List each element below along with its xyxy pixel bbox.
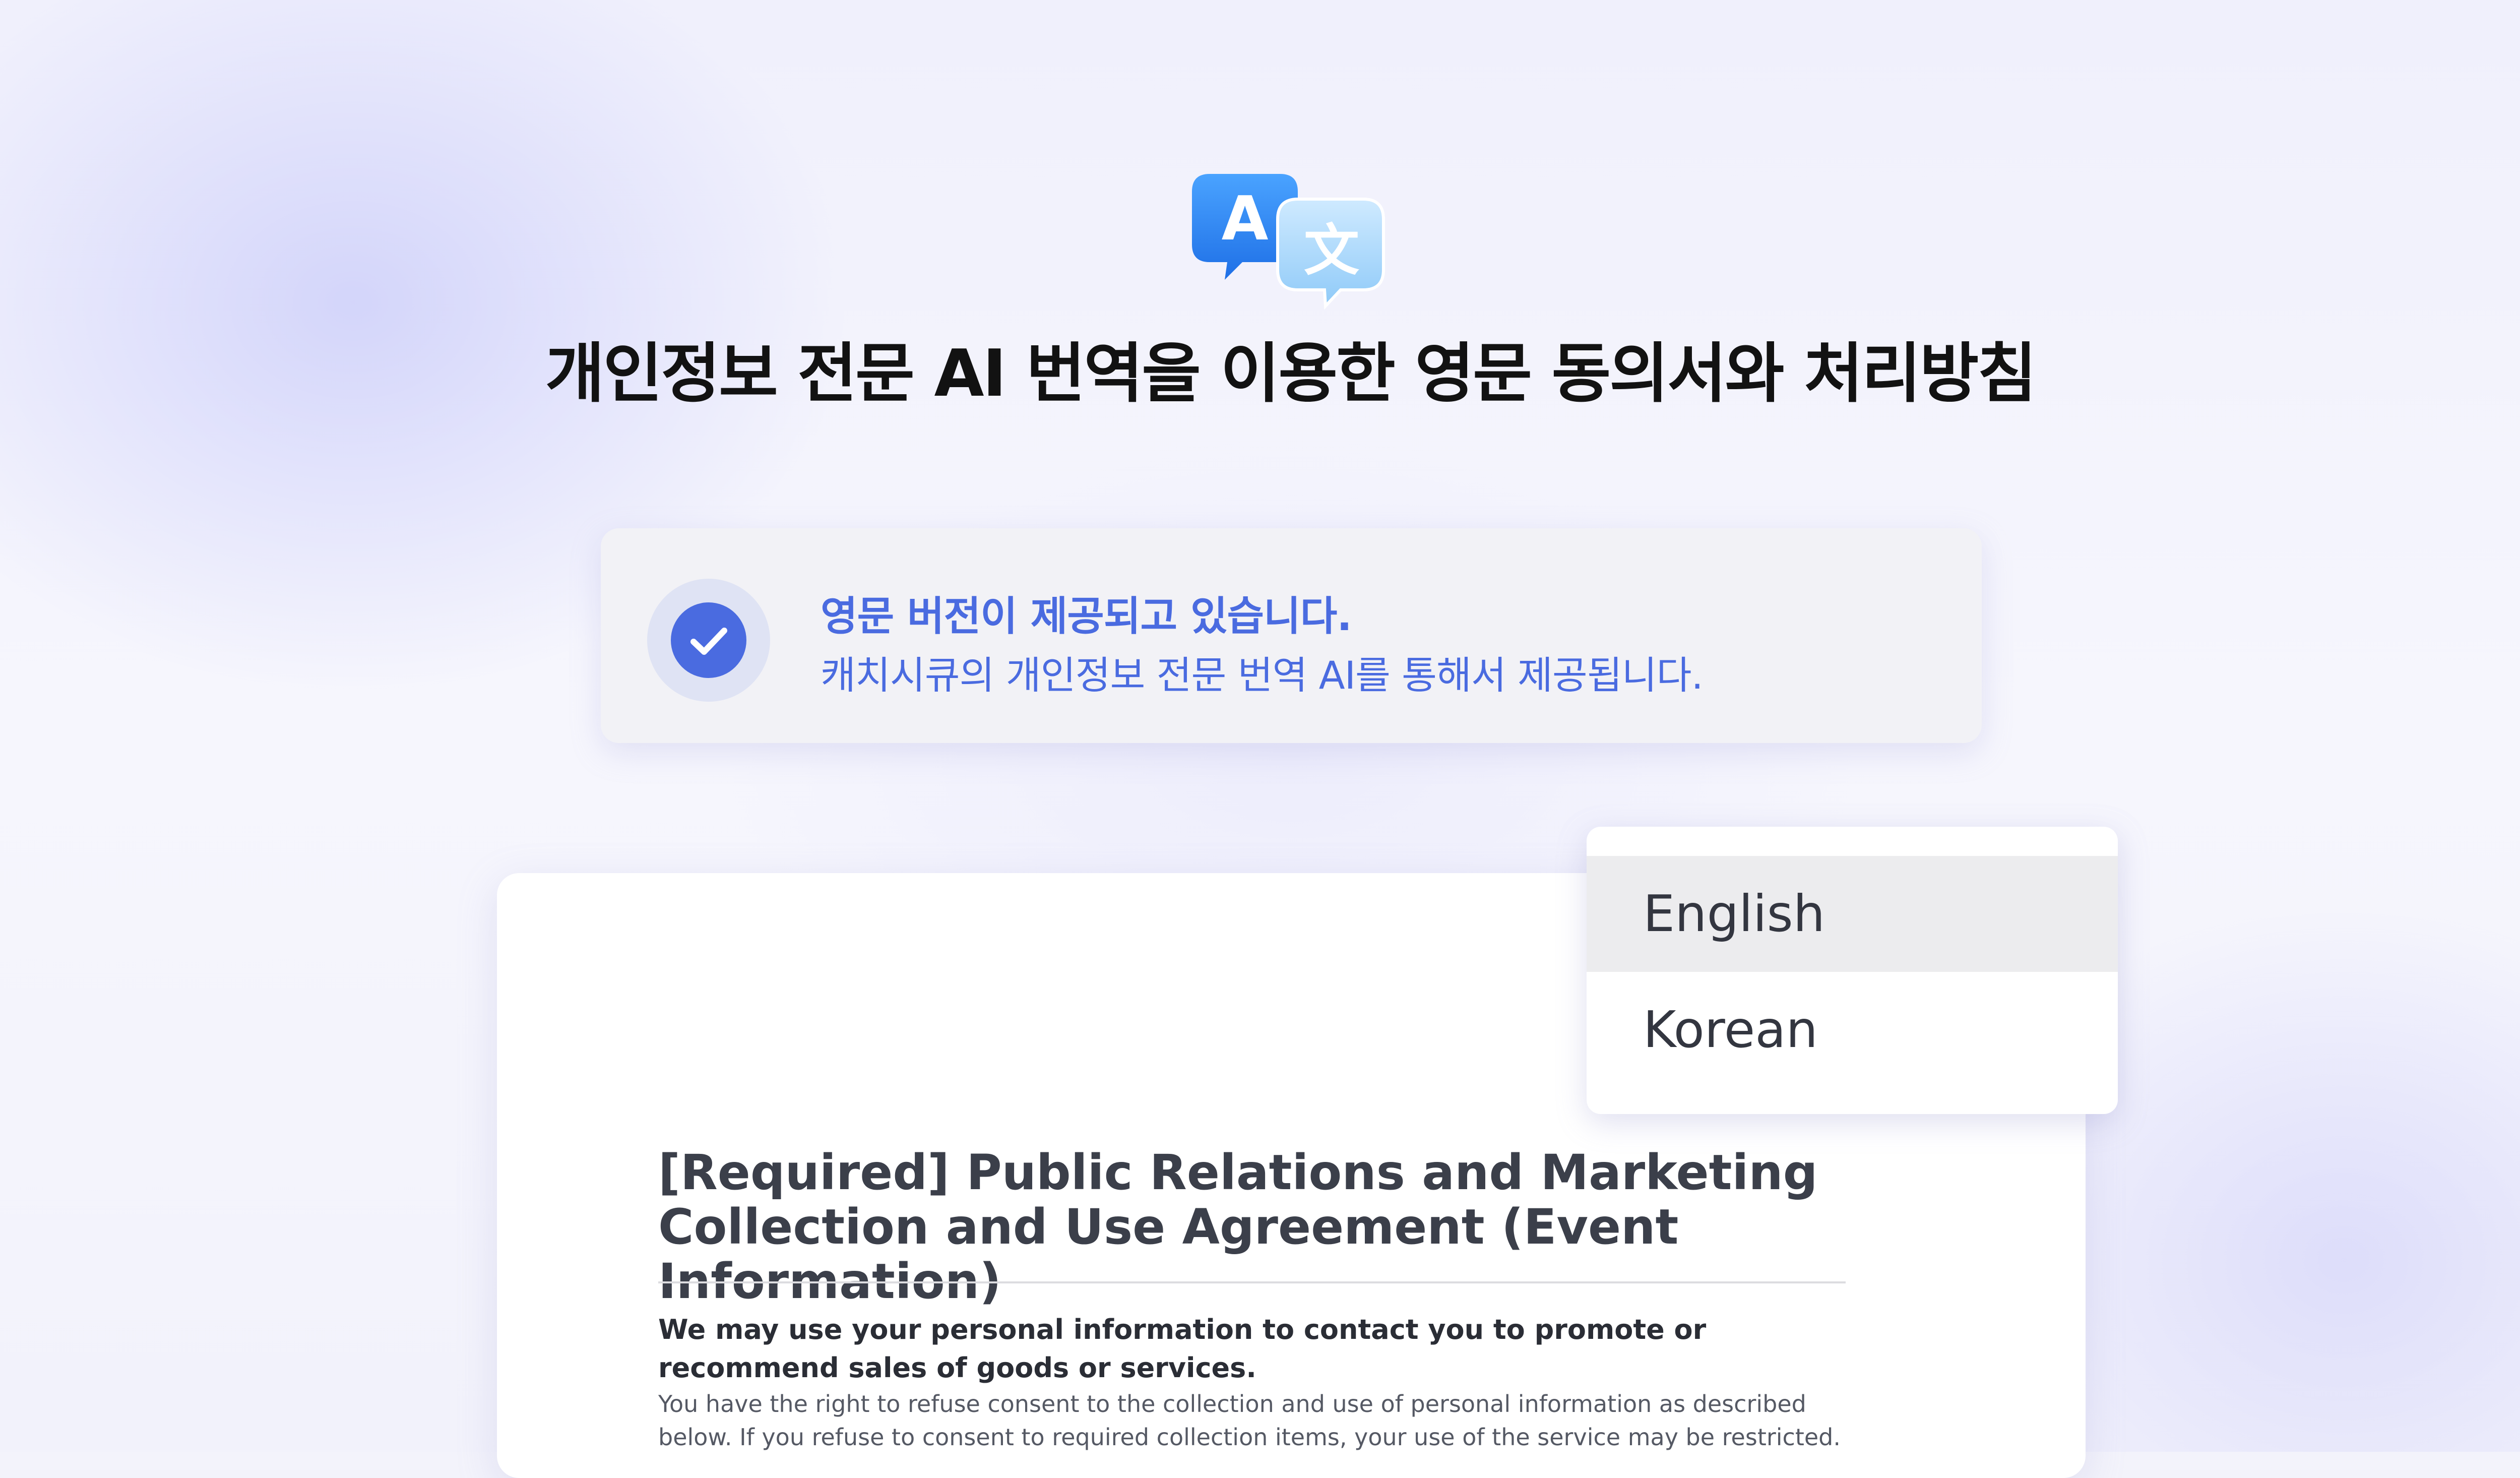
page-title: 개인정보 전문 AI 번역을 이용한 영문 동의서와 처리방침 xyxy=(545,336,2037,411)
check-icon xyxy=(647,579,770,702)
notice-subtitle: 캐치시큐의 개인정보 전문 번역 AI를 통해서 제공됩니다. xyxy=(821,653,1704,698)
notice-title: 영문 버전이 제공되고 있습니다. xyxy=(821,593,1352,640)
language-menu[interactable]: English Korean xyxy=(1587,827,2118,1114)
check-icon-circle xyxy=(671,602,746,678)
translate-icon-cjk: 文 xyxy=(1304,218,1359,283)
document-divider xyxy=(658,1281,1846,1283)
language-option-korean[interactable]: Korean xyxy=(1587,972,2118,1088)
language-option-english[interactable]: English xyxy=(1587,856,2118,972)
translate-icon-latin: A xyxy=(1222,184,1269,254)
document-lead-text: We may use your personal information to … xyxy=(658,1314,1707,1384)
document-title: [Required] Public Relations and Marketin… xyxy=(658,1144,1818,1310)
translate-icon: A 文 xyxy=(1189,169,1391,310)
document-body-text: You have the right to refuse consent to … xyxy=(658,1390,1841,1451)
notice-card: 영문 버전이 제공되고 있습니다. 캐치시큐의 개인정보 전문 번역 AI를 통… xyxy=(601,528,1982,743)
